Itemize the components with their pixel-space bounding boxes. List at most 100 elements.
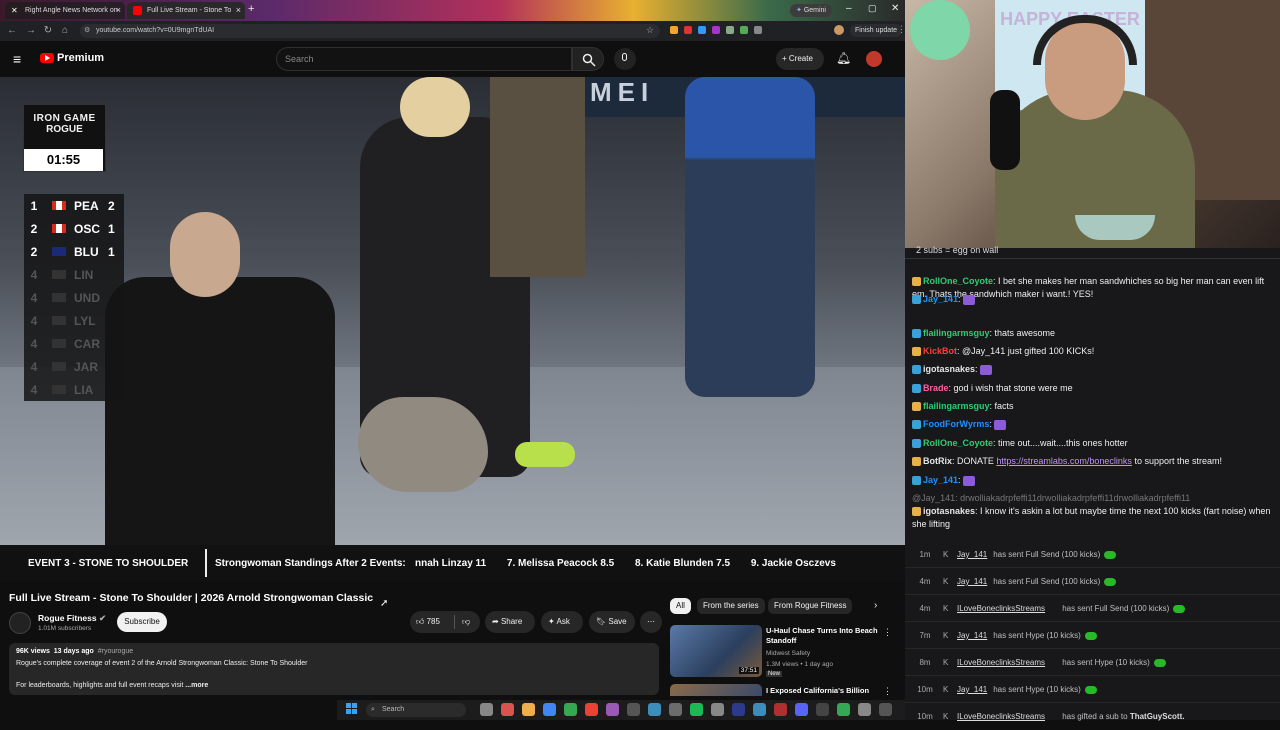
chat-username[interactable]: flailingarmsguy	[923, 328, 990, 338]
gemini-button[interactable]: ✦ Gemini	[790, 4, 832, 17]
channel-avatar[interactable]	[9, 612, 31, 634]
chat-username[interactable]: Jay_141	[923, 475, 958, 485]
search-input[interactable]: Search	[276, 47, 572, 71]
video-menu-icon[interactable]: ⋮	[883, 686, 892, 697]
extension-icon[interactable]	[684, 26, 692, 34]
taskbar-app-icon[interactable]	[648, 703, 661, 716]
url-input[interactable]: ⚙ youtube.com/watch?v=0U9mgnTdUAI	[80, 24, 660, 38]
chat-username[interactable]: RollOne_Coyote	[923, 438, 993, 448]
chat-username[interactable]: FoodForWyrms	[923, 419, 989, 429]
close-tab-icon[interactable]: ×	[236, 2, 241, 19]
recommended-video-channel[interactable]: Midwest Safety	[766, 650, 810, 657]
extension-icon[interactable]	[698, 26, 706, 34]
chat-username[interactable]: Brade	[923, 383, 949, 393]
youtube-premium-logo[interactable]: Premium	[57, 52, 104, 64]
chip-all[interactable]: All	[670, 598, 691, 614]
chat-username[interactable]: igotasnakes	[923, 364, 975, 374]
show-more-link[interactable]: ...more	[185, 682, 208, 689]
taskbar-app-icon[interactable]	[753, 703, 766, 716]
new-tab-button[interactable]: +	[248, 3, 254, 15]
taskbar-search[interactable]: ⌕ Search	[366, 703, 466, 717]
taskbar-app-icon[interactable]	[858, 703, 871, 716]
taskbar-app-icon[interactable]	[774, 703, 787, 716]
extension-icon[interactable]	[726, 26, 734, 34]
chat-username[interactable]: flailingarmsguy	[923, 401, 990, 411]
event-username[interactable]: ILoveBoneclinksStreams	[957, 596, 1045, 622]
chevron-right-icon[interactable]: ›	[874, 600, 877, 611]
event-username[interactable]: Jay_141	[957, 623, 987, 649]
video-thumbnail[interactable]: 37:51	[670, 625, 762, 677]
recommended-video-title[interactable]: U-Haul Chase Turns Into Beach Standoff	[766, 626, 878, 646]
taskbar-app-icon[interactable]	[480, 703, 493, 716]
channel-name[interactable]: Rogue Fitness ✔	[38, 613, 106, 624]
taskbar-app-icon[interactable]	[879, 703, 892, 716]
notifications-bell-icon[interactable]: 🔔︎	[836, 51, 851, 65]
taskbar-app-icon[interactable]	[690, 703, 703, 716]
taskbar-app-icon[interactable]	[669, 703, 682, 716]
taskbar-app-icon[interactable]	[837, 703, 850, 716]
ask-button[interactable]: ✦ Ask	[541, 611, 583, 633]
video-thumbnail[interactable]	[670, 684, 762, 696]
tab-right-angle-news[interactable]: ✕ Right Angle News Network on ×	[5, 2, 125, 19]
forward-icon[interactable]: →	[24, 24, 38, 38]
chip-from-rogue[interactable]: From Rogue Fitness	[768, 598, 853, 614]
description-box[interactable]: 96K views 13 days ago #ryourogue Rogue's…	[9, 643, 659, 695]
chip-from-series[interactable]: From the series	[697, 598, 765, 614]
chat-username[interactable]: RollOne_Coyote	[923, 276, 993, 286]
subscribe-button[interactable]: Subscribe	[117, 612, 167, 632]
taskbar-app-icon[interactable]	[606, 703, 619, 716]
taskbar-app-icon[interactable]	[795, 703, 808, 716]
chat-username[interactable]: BotRix	[923, 456, 952, 466]
profile-avatar[interactable]	[834, 25, 844, 35]
extension-icon[interactable]	[740, 26, 748, 34]
close-window-button[interactable]: ✕	[891, 3, 899, 14]
taskbar-app-icon[interactable]	[585, 703, 598, 716]
taskbar-app-icon[interactable]	[501, 703, 514, 716]
recommended-video-title[interactable]: I Exposed California's Billion	[766, 686, 869, 695]
event-username[interactable]: ILoveBoneclinksStreams	[957, 650, 1045, 676]
video-menu-icon[interactable]: ⋮	[883, 627, 892, 638]
create-button[interactable]: + Create	[776, 48, 824, 70]
chat-username[interactable]: Jay_141	[923, 294, 958, 304]
extension-icon[interactable]	[670, 26, 678, 34]
puzzle-icon[interactable]	[754, 26, 762, 34]
home-icon[interactable]: ⌂	[58, 24, 72, 38]
taskbar-app-icon[interactable]	[732, 703, 745, 716]
chat-link[interactable]: https://streamlabs.com/boneclinks	[996, 456, 1132, 466]
event-username[interactable]: Jay_141	[957, 542, 987, 568]
reload-icon[interactable]: ↻	[41, 24, 55, 38]
taskbar-app-icon[interactable]	[816, 703, 829, 716]
maximize-button[interactable]: ▢	[868, 3, 877, 14]
voice-search-button[interactable]	[614, 48, 636, 70]
youtube-logo-icon[interactable]	[40, 53, 54, 63]
taskbar-app-icon[interactable]	[543, 703, 556, 716]
taskbar-app-icon[interactable]	[522, 703, 535, 716]
like-button[interactable]: 👍︎ 785	[416, 611, 440, 633]
site-info-icon[interactable]: ⚙	[84, 24, 90, 38]
hamburger-menu-icon[interactable]: ≡	[13, 51, 21, 67]
event-username[interactable]: Jay_141	[957, 569, 987, 595]
chat-username[interactable]: KickBot	[923, 346, 957, 356]
dislike-button[interactable]: 👎︎	[462, 611, 470, 633]
share-button[interactable]: ➦ Share	[485, 611, 535, 633]
taskbar-app-icon[interactable]	[564, 703, 577, 716]
more-actions-button[interactable]: ⋯	[640, 611, 662, 633]
bookmark-star-icon[interactable]: ☆	[646, 25, 654, 36]
back-icon[interactable]: ←	[5, 24, 19, 38]
hashtag[interactable]: #ryourogue	[98, 648, 133, 655]
finish-update-button[interactable]: Finish update	[850, 24, 903, 37]
taskbar-app-icon[interactable]	[627, 703, 640, 716]
save-button[interactable]: 🔖︎ Save	[589, 611, 635, 633]
event-username[interactable]: ILoveBoneclinksStreams	[957, 704, 1045, 730]
search-button[interactable]	[572, 47, 604, 71]
tab-full-live-stream[interactable]: Full Live Stream - Stone To ×	[127, 2, 245, 19]
video-player[interactable]: MEI IRON GAME ROGUE 01:55 1 PEA 2 2 OSC 1 2 BLU…	[0, 77, 905, 545]
extension-icon[interactable]	[712, 26, 720, 34]
windows-start-icon[interactable]	[346, 703, 358, 715]
minimize-button[interactable]: –	[846, 3, 852, 14]
account-avatar[interactable]	[866, 51, 882, 67]
close-tab-icon[interactable]: ×	[116, 2, 121, 19]
taskbar-app-icon[interactable]	[711, 703, 724, 716]
chat-username[interactable]: igotasnakes	[923, 506, 975, 516]
event-username[interactable]: Jay_141	[957, 677, 987, 703]
